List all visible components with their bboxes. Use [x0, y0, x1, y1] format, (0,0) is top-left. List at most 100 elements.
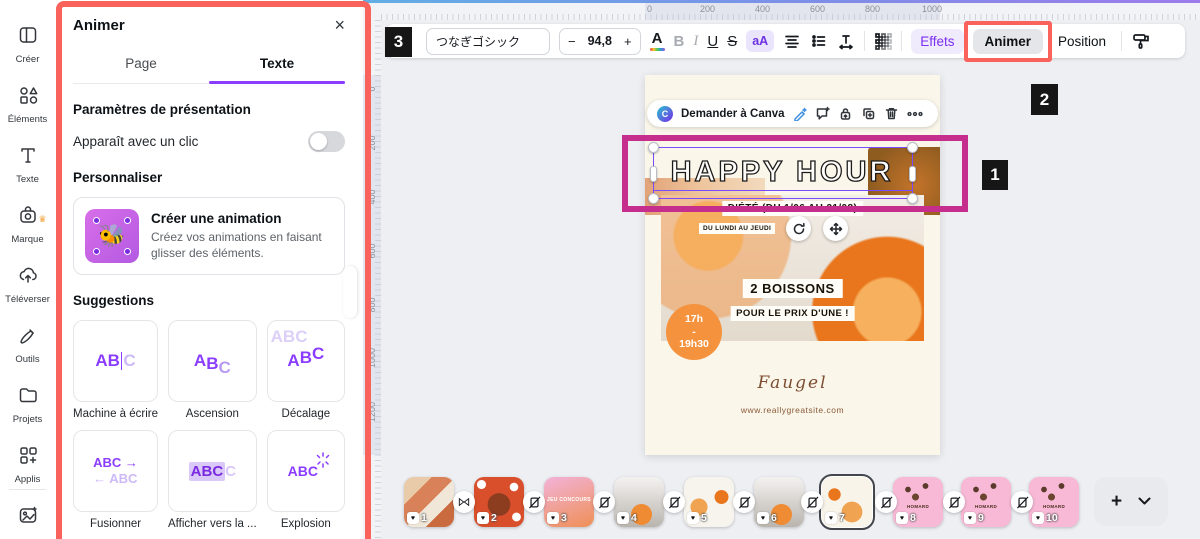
list-button[interactable]: [810, 32, 828, 50]
font-size-decrease[interactable]: −: [560, 34, 584, 49]
text-icon: [17, 144, 39, 171]
font-size-increase[interactable]: +: [616, 34, 640, 49]
text-color-button[interactable]: A: [649, 31, 665, 51]
sidebar-item-texte[interactable]: Texte: [0, 134, 55, 194]
heart-icon: ♥: [477, 512, 489, 524]
design-time-badge[interactable]: 17h - 19h30: [666, 304, 722, 360]
toggle-label: Apparaît avec un clic: [73, 134, 199, 149]
transparency-button[interactable]: [874, 32, 893, 50]
panel-collapse-handle[interactable]: [343, 266, 357, 318]
font-size-value[interactable]: 94,8: [584, 34, 616, 48]
duplicate-icon[interactable]: [861, 106, 876, 121]
position-button[interactable]: Position: [1052, 29, 1112, 54]
canva-editor: 0 200 400 600 800 1000 0 200 400 600 800…: [0, 0, 1200, 539]
italic-button[interactable]: I: [693, 33, 698, 50]
upload-cloud-icon: [17, 264, 39, 291]
letter-spacing-button[interactable]: [837, 32, 855, 50]
page-thumbnail-2[interactable]: ♥ 2: [474, 477, 524, 527]
transition-none-icon[interactable]: [1011, 491, 1033, 513]
bold-button[interactable]: B: [674, 33, 685, 50]
transition-none-icon[interactable]: [523, 491, 545, 513]
design-subtitle-text[interactable]: D'ÉTÉ (DU 1/06 AU 31/08): [721, 201, 864, 216]
close-icon[interactable]: ×: [334, 16, 345, 34]
text-case-button[interactable]: aA: [746, 30, 775, 52]
design-website-text[interactable]: www.reallygreatsite.com: [645, 405, 940, 415]
transition-bowtie-icon[interactable]: [453, 491, 475, 513]
page-thumbnail-4[interactable]: ♥ 4: [614, 477, 664, 527]
transition-none-icon[interactable]: [801, 491, 823, 513]
comment-icon[interactable]: [815, 106, 830, 121]
design-logo-text[interactable]: Faugel: [645, 373, 940, 393]
appear-on-click-toggle[interactable]: [308, 131, 345, 152]
chevron-down-icon[interactable]: [1138, 493, 1151, 511]
design-title-text[interactable]: HAPPY HOUR: [653, 147, 911, 197]
sidebar-item-elements[interactable]: Éléments: [0, 74, 55, 134]
suggestion-explosion[interactable]: ABC Explosion: [266, 430, 345, 530]
toolbar-divider: [1121, 31, 1123, 51]
rotate-button[interactable]: [786, 216, 811, 241]
plus-icon[interactable]: +: [1111, 492, 1122, 511]
create-animation-card[interactable]: 🐝 Créer une animation Créez vos animatio…: [73, 197, 345, 275]
underline-button[interactable]: U: [707, 33, 718, 50]
more-options-icon[interactable]: [906, 111, 923, 117]
animate-panel: Animer × Page Texte Paramètres de présen…: [55, 0, 363, 539]
sidebar-item-outils[interactable]: Outils: [0, 314, 55, 374]
ruler-label: 0: [647, 4, 653, 14]
page-thumbnail-8[interactable]: HOMARD ♥ 8: [893, 477, 943, 527]
suggestion-machine-a-ecrire[interactable]: AB C Machine à écrire: [73, 320, 159, 420]
suggestions-heading: Suggestions: [73, 293, 155, 308]
alignment-button[interactable]: [783, 32, 801, 50]
suggestion-decalage[interactable]: ABC ABC Décalage: [266, 320, 345, 420]
page-thumbnail-6[interactable]: ♥ 6: [754, 477, 804, 527]
tab-texte[interactable]: Texte: [209, 46, 345, 84]
ruler-label: 1200: [367, 401, 377, 422]
transition-none-icon[interactable]: [593, 491, 615, 513]
design-days-text[interactable]: DU LUNDI AU JEUDI: [699, 223, 776, 234]
sidebar-item-creer[interactable]: Créer: [0, 14, 55, 74]
sidebar-item-marque[interactable]: ♛ Marque: [0, 194, 55, 254]
heart-icon: ♥: [407, 512, 419, 524]
add-page-button[interactable]: +: [1094, 477, 1168, 526]
magic-edit-icon[interactable]: [793, 107, 807, 121]
heart-icon: ♥: [547, 512, 559, 524]
transition-none-icon[interactable]: [943, 491, 965, 513]
sidebar-item-photo-editor[interactable]: [0, 496, 55, 538]
canva-logo[interactable]: C: [657, 105, 673, 122]
delete-icon[interactable]: [884, 106, 899, 121]
ask-canva-button[interactable]: Demander à Canva: [681, 108, 785, 120]
heart-icon: ♥: [964, 512, 976, 524]
page-thumbnail-7-selected[interactable]: ♥ 7: [819, 474, 875, 530]
page-thumbnail-7[interactable]: ♥ 7: [822, 477, 872, 527]
sidebar-item-projets[interactable]: Projets: [0, 374, 55, 434]
design-offer2-text[interactable]: POUR LE PRIX D'UNE !: [730, 306, 855, 321]
strikethrough-button[interactable]: S: [727, 33, 737, 50]
move-button[interactable]: [823, 216, 848, 241]
heart-icon: ♥: [687, 512, 699, 524]
page-thumbnail-1[interactable]: ♥ 1: [404, 477, 454, 527]
font-selector[interactable]: つなぎゴシック: [426, 27, 550, 55]
create-icon: [17, 24, 39, 51]
transition-none-icon[interactable]: [663, 491, 685, 513]
tab-page[interactable]: Page: [73, 46, 209, 83]
page-thumbnail-9[interactable]: HOMARD ♥ 9: [961, 477, 1011, 527]
sidebar-item-televerser[interactable]: Téléverser: [0, 254, 55, 314]
sidebar-item-applis[interactable]: Applis: [0, 434, 55, 494]
page-thumbnail-3[interactable]: JEU CONCOURS ♥ 3: [544, 477, 594, 527]
heart-icon: ♥: [617, 512, 629, 524]
animate-button[interactable]: Animer: [963, 20, 1053, 62]
transition-none-icon[interactable]: [733, 491, 755, 513]
effects-button[interactable]: Effets: [911, 28, 964, 54]
design-page[interactable]: C Demander à Canva HAPPY HOUR D'ÉTÉ (DU …: [645, 75, 940, 455]
transition-none-icon[interactable]: [875, 491, 897, 513]
create-animation-title: Créer une animation: [151, 210, 282, 226]
suggestion-afficher[interactable]: ABC C Afficher vers la ...: [168, 430, 257, 530]
suggestion-ascension[interactable]: ABC Ascension: [168, 320, 257, 420]
suggestion-fusionner[interactable]: ABC → ← ABC Fusionner: [73, 430, 159, 530]
page-thumbnail-5[interactable]: ♥ 5: [684, 477, 734, 527]
page-thumbnail-10[interactable]: HOMARD ♥ 10: [1029, 477, 1079, 527]
design-offer1-text[interactable]: 2 BOISSONS: [742, 279, 843, 298]
sidebar-item-label: Marque: [11, 233, 44, 245]
lock-icon[interactable]: [838, 106, 853, 121]
paint-roller-icon[interactable]: [1131, 31, 1151, 51]
annotation-step-1: 1: [982, 160, 1008, 190]
